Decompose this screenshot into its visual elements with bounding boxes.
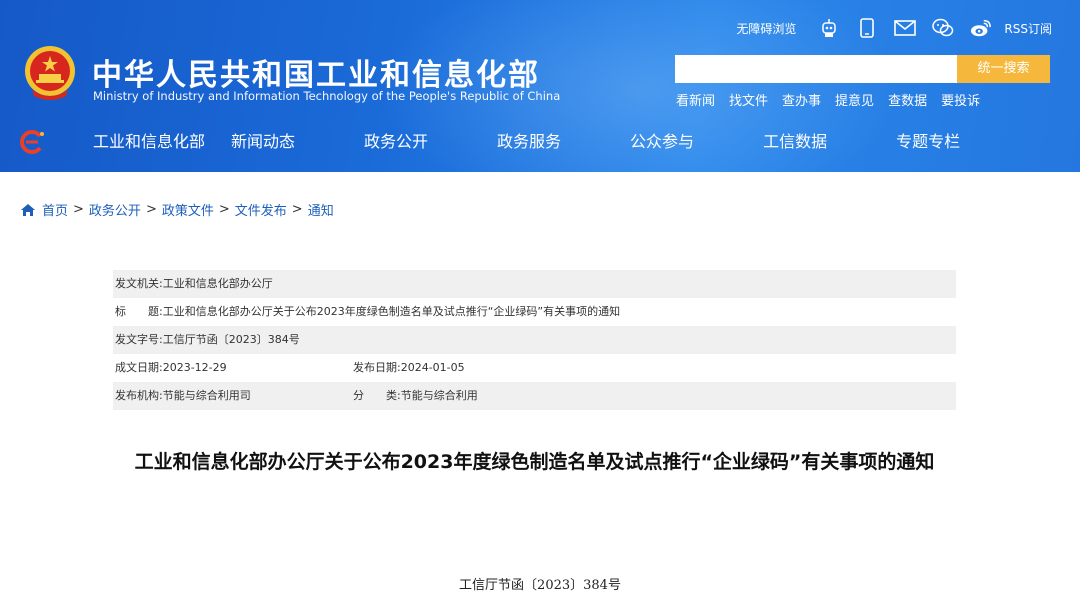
meta-title-value: 工业和信息化部办公厅关于公布2023年度绿色制造名单及试点推行“企业绿码”有关事… [162,305,621,318]
nav-item-topics[interactable]: 专题专栏 [896,118,960,166]
meta-issuer-label: 发文机关: [115,277,163,290]
site-title-english: Ministry of Industry and Information Tec… [93,89,561,103]
top-links: 无障碍浏览 RSS订阅 [736,14,1052,42]
breadcrumb-separator: > [291,202,303,217]
search-input[interactable] [675,55,957,83]
barrier-free-link[interactable]: 无障碍浏览 [736,20,796,37]
breadcrumb: 首页 > 政务公开 > 政策文件 > 文件发布 > 通知 [20,200,334,219]
mail-icon[interactable] [894,17,917,39]
breadcrumb-separator: > [73,202,84,217]
document-title: 工业和信息化部办公厅关于公布2023年度绿色制造名单及试点推行“企业绿码”有关事… [134,451,935,473]
mobile-icon[interactable] [856,17,878,39]
site-logo-icon[interactable] [18,128,46,156]
main-nav: 工业和信息化部 新闻动态 政务公开 政务服务 公众参与 工信数据 专题专栏 [0,118,1080,166]
nav-item-public-participation[interactable]: 公众参与 [630,118,694,166]
national-emblem-icon[interactable] [22,44,78,102]
home-icon[interactable] [20,202,36,218]
meta-published-label: 发布日期: [353,361,401,374]
meta-row-title: 标 题: 工业和信息化部办公厅关于公布2023年度绿色制造名单及试点推行“企业绿… [113,298,956,326]
breadcrumb-separator: > [218,202,230,217]
document-number: 工信厅节函〔2023〕384号 [459,578,621,593]
robot-icon[interactable] [818,17,840,39]
meta-row-docno: 发文字号: 工信厅节函〔2023〕384号 [113,326,956,354]
meta-created-value: 2023-12-29 [162,361,227,374]
meta-published-group: 发布日期:2024-01-05 [353,354,465,382]
breadcrumb-policy-files[interactable]: 政策文件 [162,200,214,219]
nav-item-ministry[interactable]: 工业和信息化部 [93,118,205,166]
wechat-icon[interactable] [932,17,954,39]
breadcrumb-file-release[interactable]: 文件发布 [235,200,287,219]
quicklink-services[interactable]: 查办事 [782,90,821,109]
rss-link[interactable]: RSS订阅 [1004,20,1052,37]
meta-issuer-value: 工业和信息化部办公厅 [162,277,273,290]
meta-row-issuer: 发文机关: 工业和信息化部办公厅 [113,270,956,298]
quicklink-complaint[interactable]: 要投诉 [941,90,980,109]
quick-links: 看新闻 找文件 查办事 提意见 查数据 要投诉 [676,90,980,109]
meta-created-label: 成文日期: [115,361,163,374]
site-title[interactable]: 中华人民共和国工业和信息化部 [92,50,540,94]
weibo-icon[interactable] [970,17,992,39]
quicklink-news[interactable]: 看新闻 [676,90,715,109]
meta-row-dates: 成文日期: 2023-12-29 发布日期:2024-01-05 [113,354,956,382]
nav-item-news[interactable]: 新闻动态 [231,118,295,166]
meta-category-label: 分 类: [353,389,401,402]
breadcrumb-government-affairs[interactable]: 政务公开 [89,200,141,219]
meta-docno-value: 工信厅节函〔2023〕384号 [162,333,300,346]
search-button[interactable]: 统一搜索 [957,55,1050,83]
nav-items: 工业和信息化部 新闻动态 政务公开 政务服务 公众参与 工信数据 专题专栏 [68,118,960,166]
nav-item-government-services[interactable]: 政务服务 [497,118,561,166]
quicklink-feedback[interactable]: 提意见 [835,90,874,109]
breadcrumb-home[interactable]: 首页 [42,200,68,219]
meta-agency-value: 节能与综合利用司 [162,389,251,402]
meta-row-agency: 发布机构: 节能与综合利用司 分 类:节能与综合利用 [113,382,956,410]
meta-docno-label: 发文字号: [115,333,163,346]
site-header: 中华人民共和国工业和信息化部 Ministry of Industry and … [0,0,1080,172]
quicklink-files[interactable]: 找文件 [729,90,768,109]
breadcrumb-separator: > [145,202,157,217]
meta-category-group: 分 类:节能与综合利用 [353,382,478,410]
nav-item-government-affairs[interactable]: 政务公开 [364,118,428,166]
meta-agency-label: 发布机构: [115,389,163,402]
meta-published-value: 2024-01-05 [400,361,465,374]
nav-item-data[interactable]: 工信数据 [763,118,827,166]
meta-title-label: 标 题: [115,305,163,318]
meta-category-value: 节能与综合利用 [400,389,478,402]
breadcrumb-notice[interactable]: 通知 [308,200,334,219]
quicklink-data[interactable]: 查数据 [888,90,927,109]
document-metadata: 发文机关: 工业和信息化部办公厅 标 题: 工业和信息化部办公厅关于公布2023… [113,270,956,410]
